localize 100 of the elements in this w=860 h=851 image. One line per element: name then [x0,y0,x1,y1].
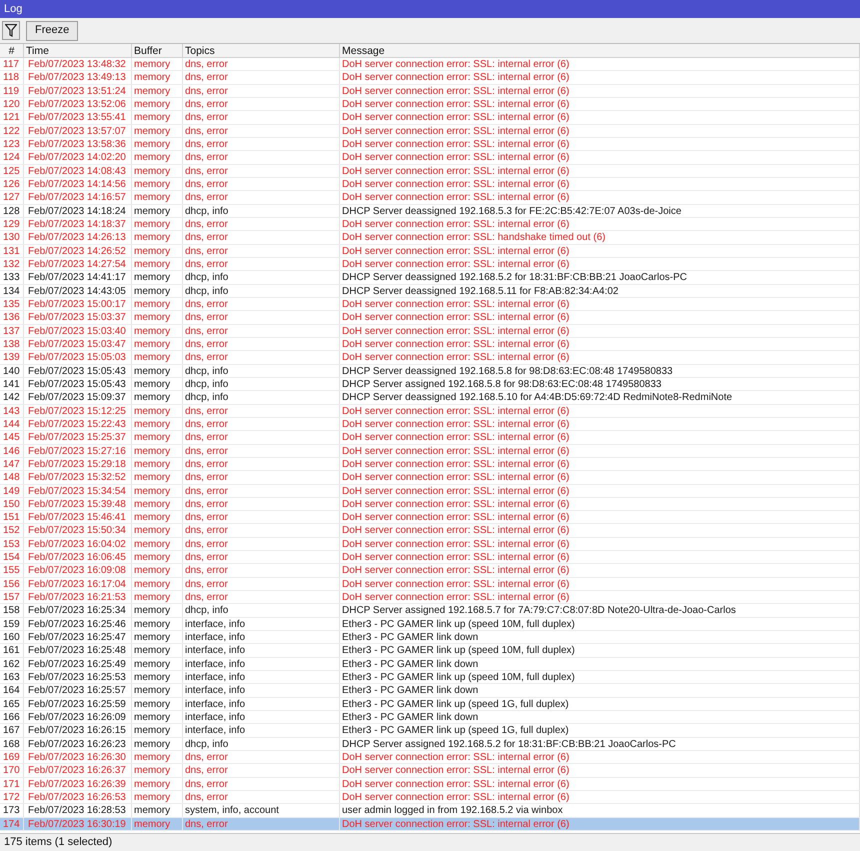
row-number: 132 [0,258,24,270]
log-row[interactable]: 155 Feb/07/2023 16:09:08 memory dns, error DoH server connection error: SSL: internal error (6) [0,564,860,578]
log-row[interactable]: 170 Feb/07/2023 16:26:37 memory dns, error DoH server connection error: SSL: internal error (6) [0,764,860,778]
log-row[interactable]: 141 Feb/07/2023 15:05:43 memory dhcp, info DHCP Server assigned 192.168.5.8 for 98:D8:63:EC:08:48 1749580833 [0,378,860,392]
log-row[interactable]: 151 Feb/07/2023 15:46:41 memory dns, error DoH server connection error: SSL: internal error (6) [0,511,860,524]
log-row[interactable]: 128 Feb/07/2023 14:18:24 memory dhcp, info DHCP Server deassigned 192.168.5.3 for FE:2C:B5:42:7E:07 A03s-de-Joice [0,204,860,218]
row-number: 154 [0,551,24,564]
buffer-cell: memory [132,124,183,137]
log-row[interactable]: 142 Feb/07/2023 15:09:37 memory dhcp, info DHCP Server deassigned 192.168.5.10 for A4:4B:D5:69:72:4D RedmiNote8-RedmiNote [0,391,860,405]
log-row[interactable]: 143 Feb/07/2023 15:12:25 memory dns, error DoH server connection error: SSL: internal error (6) [0,404,860,418]
topics-cell: dns, error [183,178,340,190]
log-row[interactable]: 146 Feb/07/2023 15:27:16 memory dns, error DoH server connection error: SSL: internal error (6) [0,444,860,458]
time-cell: Feb/07/2023 14:41:17 [24,271,132,284]
log-row[interactable]: 130 Feb/07/2023 14:26:13 memory dns, error DoH server connection error: SSL: handshake timed out (6) [0,231,860,245]
log-row[interactable]: 125 Feb/07/2023 14:08:43 memory dns, error DoH server connection error: SSL: internal error (6) [0,164,860,178]
time-cell: Feb/07/2023 15:29:18 [24,458,132,470]
log-row[interactable]: 119 Feb/07/2023 13:51:24 memory dns, error DoH server connection error: SSL: internal error (6) [0,84,860,98]
message-cell: Ether3 - PC GAMER link up (speed 1G, full duplex) [340,724,860,737]
buffer-cell: memory [132,471,183,484]
log-row[interactable]: 168 Feb/07/2023 16:26:23 memory dhcp, info DHCP Server assigned 192.168.5.2 for 18:31:BF:CB:BB:21 JoaoCarlos-PC [0,738,860,752]
topics-cell: dns, error [183,431,340,444]
row-number: 138 [0,338,24,350]
log-row[interactable]: 124 Feb/07/2023 14:02:20 memory dns, error DoH server connection error: SSL: internal error (6) [0,151,860,165]
log-row[interactable]: 148 Feb/07/2023 15:32:52 memory dns, error DoH server connection error: SSL: internal error (6) [0,471,860,484]
row-number: 119 [0,84,24,97]
filter-button[interactable] [2,21,20,40]
log-row[interactable]: 171 Feb/07/2023 16:26:39 memory dns, error DoH server connection error: SSL: internal error (6) [0,778,860,792]
log-row[interactable]: 157 Feb/07/2023 16:21:53 memory dns, error DoH server connection error: SSL: internal error (6) [0,591,860,604]
column-header[interactable]: Buffer [132,44,183,57]
time-cell: Feb/07/2023 16:26:30 [24,751,132,764]
log-row[interactable]: 159 Feb/07/2023 16:25:46 memory interface, info Ether3 - PC GAMER link up (speed 10M, full duplex) [0,618,860,632]
message-cell: DoH server connection error: SSL: internal error (6) [340,764,860,777]
log-row[interactable]: 127 Feb/07/2023 14:16:57 memory dns, error DoH server connection error: SSL: internal error (6) [0,191,860,205]
log-row[interactable]: 149 Feb/07/2023 15:34:54 memory dns, error DoH server connection error: SSL: internal error (6) [0,484,860,498]
log-row[interactable]: 164 Feb/07/2023 16:25:57 memory interface, info Ether3 - PC GAMER link down [0,684,860,698]
topics-cell: dns, error [183,311,340,324]
topics-cell: dns, error [183,458,340,470]
log-row[interactable]: 158 Feb/07/2023 16:25:34 memory dhcp, info DHCP Server assigned 192.168.5.7 for 7A:79:C7:C8:07:8D Note20-Ultra-de-Joao-Carlos [0,604,860,618]
log-row[interactable]: 167 Feb/07/2023 16:26:15 memory interface, info Ether3 - PC GAMER link up (speed 1G, full duplex) [0,724,860,738]
message-cell: DoH server connection error: SSL: internal error (6) [340,324,860,337]
log-row[interactable]: 117 Feb/07/2023 13:48:32 memory dns, error DoH server connection error: SSL: internal error (6) [0,58,860,72]
log-row[interactable]: 133 Feb/07/2023 14:41:17 memory dhcp, info DHCP Server deassigned 192.168.5.2 for 18:31:BF:CB:BB:21 JoaoCarlos-PC [0,271,860,285]
log-row[interactable]: 144 Feb/07/2023 15:22:43 memory dns, error DoH server connection error: SSL: internal error (6) [0,418,860,432]
log-row[interactable]: 118 Feb/07/2023 13:49:13 memory dns, error DoH server connection error: SSL: internal error (6) [0,71,860,85]
log-row[interactable]: 153 Feb/07/2023 16:04:02 memory dns, error DoH server connection error: SSL: internal error (6) [0,538,860,552]
log-row[interactable]: 135 Feb/07/2023 15:00:17 memory dns, error DoH server connection error: SSL: internal error (6) [0,298,860,312]
row-number: 168 [0,738,24,750]
row-number: 135 [0,298,24,310]
buffer-cell: memory [132,711,183,724]
log-row[interactable]: 156 Feb/07/2023 16:17:04 memory dns, error DoH server connection error: SSL: internal error (6) [0,578,860,592]
log-row[interactable]: 123 Feb/07/2023 13:58:36 memory dns, error DoH server connection error: SSL: internal error (6) [0,138,860,152]
log-row[interactable]: 134 Feb/07/2023 14:43:05 memory dhcp, info DHCP Server deassigned 192.168.5.11 for F8:AB:82:34:A4:02 [0,284,860,298]
column-header[interactable]: Topics [183,44,340,57]
row-number: 141 [0,378,24,390]
row-number: 123 [0,138,24,150]
log-row[interactable]: 147 Feb/07/2023 15:29:18 memory dns, error DoH server connection error: SSL: internal error (6) [0,458,860,472]
log-row[interactable]: 136 Feb/07/2023 15:03:37 memory dns, error DoH server connection error: SSL: internal error (6) [0,311,860,325]
log-row[interactable]: 126 Feb/07/2023 14:14:56 memory dns, error DoH server connection error: SSL: internal error (6) [0,178,860,192]
log-row[interactable]: 154 Feb/07/2023 16:06:45 memory dns, error DoH server connection error: SSL: internal error (6) [0,551,860,564]
buffer-cell: memory [132,164,183,177]
column-header[interactable]: Message [340,44,860,57]
log-row[interactable]: 139 Feb/07/2023 15:05:03 memory dns, error DoH server connection error: SSL: internal error (6) [0,351,860,365]
log-row[interactable]: 173 Feb/07/2023 16:28:53 memory system, info, account user admin logged in from 192.168.5.2 via winbox [0,804,860,818]
log-row[interactable]: 132 Feb/07/2023 14:27:54 memory dns, error DoH server connection error: SSL: internal error (6) [0,258,860,272]
row-number: 167 [0,724,24,737]
message-cell: DoH server connection error: SSL: internal error (6) [340,471,860,484]
log-row[interactable]: 162 Feb/07/2023 16:25:49 memory interface, info Ether3 - PC GAMER link down [0,658,860,672]
log-row[interactable]: 160 Feb/07/2023 16:25:47 memory interface, info Ether3 - PC GAMER link down [0,631,860,644]
message-cell: DoH server connection error: SSL: internal error (6) [340,551,860,564]
log-row[interactable]: 165 Feb/07/2023 16:25:59 memory interface, info Ether3 - PC GAMER link up (speed 1G, full duplex) [0,698,860,712]
topics-cell: dns, error [183,84,340,97]
log-row[interactable]: 140 Feb/07/2023 15:05:43 memory dhcp, info DHCP Server deassigned 192.168.5.8 for 98:D8:63:EC:08:48 1749580833 [0,364,860,378]
row-number: 118 [0,71,24,84]
column-header[interactable]: Time [24,44,132,57]
log-row[interactable]: 137 Feb/07/2023 15:03:40 memory dns, error DoH server connection error: SSL: internal error (6) [0,324,860,338]
log-row[interactable]: 120 Feb/07/2023 13:52:06 memory dns, error DoH server connection error: SSL: internal error (6) [0,98,860,112]
row-number: 129 [0,218,24,230]
log-row[interactable]: 169 Feb/07/2023 16:26:30 memory dns, error DoH server connection error: SSL: internal error (6) [0,751,860,764]
topics-cell: dns, error [183,71,340,84]
column-header[interactable]: # [0,44,24,57]
log-row[interactable]: 145 Feb/07/2023 15:25:37 memory dns, error DoH server connection error: SSL: internal error (6) [0,431,860,445]
log-row[interactable]: 138 Feb/07/2023 15:03:47 memory dns, error DoH server connection error: SSL: internal error (6) [0,338,860,352]
log-row[interactable]: 129 Feb/07/2023 14:18:37 memory dns, error DoH server connection error: SSL: internal error (6) [0,218,860,232]
log-row[interactable]: 163 Feb/07/2023 16:25:53 memory interface, info Ether3 - PC GAMER link up (speed 10M, full duplex) [0,671,860,684]
row-number: 159 [0,618,24,630]
log-row[interactable]: 174 Feb/07/2023 16:30:19 memory dns, error DoH server connection error: SSL: internal error (6) [0,818,860,832]
message-cell: Ether3 - PC GAMER link down [340,684,860,697]
log-row[interactable]: 166 Feb/07/2023 16:26:09 memory interface, info Ether3 - PC GAMER link down [0,711,860,724]
log-row[interactable]: 122 Feb/07/2023 13:57:07 memory dns, error DoH server connection error: SSL: internal error (6) [0,124,860,138]
row-number: 161 [0,644,24,657]
log-row[interactable]: 172 Feb/07/2023 16:26:53 memory dns, error DoH server connection error: SSL: internal error (6) [0,791,860,804]
log-row[interactable]: 161 Feb/07/2023 16:25:48 memory interface, info Ether3 - PC GAMER link up (speed 10M, full duplex) [0,644,860,658]
topics-cell: dhcp, info [183,391,340,404]
buffer-cell: memory [132,591,183,604]
log-row[interactable]: 150 Feb/07/2023 15:39:48 memory dns, error DoH server connection error: SSL: internal error (6) [0,498,860,512]
log-row[interactable]: 152 Feb/07/2023 15:50:34 memory dns, error DoH server connection error: SSL: internal error (6) [0,524,860,538]
freeze-button[interactable]: Freeze [26,20,78,40]
log-row[interactable]: 121 Feb/07/2023 13:55:41 memory dns, error DoH server connection error: SSL: internal error (6) [0,111,860,125]
row-number: 130 [0,231,24,244]
log-row[interactable]: 131 Feb/07/2023 14:26:52 memory dns, error DoH server connection error: SSL: internal error (6) [0,244,860,258]
